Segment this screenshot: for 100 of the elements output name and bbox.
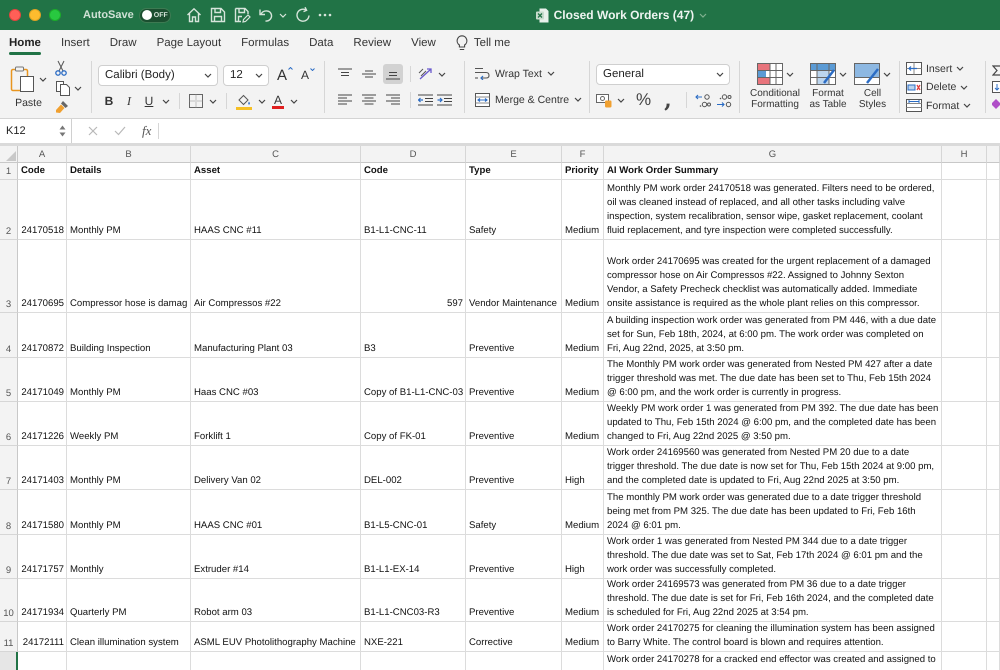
caret-icon[interactable]	[438, 72, 446, 76]
insert-cells-button[interactable]: Insert	[906, 62, 979, 75]
caret-icon[interactable]	[290, 98, 298, 104]
borders-icon[interactable]	[189, 94, 203, 108]
row-header[interactable]: 2	[0, 180, 18, 240]
table-cell: DEL-002	[361, 446, 466, 490]
delete-cells-button[interactable]: Delete	[906, 80, 979, 94]
paintbrush-icon[interactable]	[55, 100, 69, 114]
shrink-font-button[interactable]: A	[301, 68, 316, 82]
grow-font-button[interactable]: A	[277, 66, 294, 84]
delete-cells-icon	[906, 80, 922, 94]
column-header[interactable]: H	[942, 146, 987, 163]
table-cell: The Monthly PM work order was generated from Nested PM 427 after a date trigger threshold was met. The due date has been set to Thu, Feb 15th 2024 @ 6:00 pm, and the work order is currently in progress.	[604, 358, 942, 402]
merge-centre-button[interactable]: Merge & Centre	[475, 92, 583, 107]
column-header[interactable]: E	[466, 146, 562, 163]
column-header[interactable]: G	[604, 146, 942, 163]
row-header[interactable]: 5	[0, 358, 18, 402]
scissors-icon[interactable]	[55, 60, 67, 76]
minimize-button[interactable]	[29, 9, 41, 21]
save-icon[interactable]	[208, 6, 227, 24]
conditional-formatting-button[interactable]: Conditional Formatting	[748, 63, 802, 110]
home-icon[interactable]	[184, 6, 203, 24]
increase-decimal-icon[interactable]	[694, 92, 711, 108]
table-cell: Monthly PM	[67, 358, 191, 402]
table-cell: Monthly PM work order 24170518 was generated. Filters need to be ordered, oil was cleaned instead of replaced, and all other tasks including valve inspection, system recalibration, sensor wipe, gasket replacement, coolant fluid replacement, and tyre inspection were completed successfully.	[604, 180, 942, 240]
table-cell: ASML EUV Photolithography Machine	[191, 622, 361, 652]
table-cell: Preventive	[466, 358, 562, 402]
table-cell: The monthly PM work order was generated due to a date trigger threshold being met from PM 325. The due date has been updated to Fri, Feb 16th 2024 @ 6:01 pm.	[604, 490, 942, 535]
row-header[interactable]: 4	[0, 313, 18, 358]
font-color-button[interactable]: A	[272, 93, 284, 109]
ribbon-tab[interactable]: Data	[309, 30, 334, 56]
underline-button[interactable]: U	[142, 94, 156, 108]
table-cell: Monthly PM	[67, 180, 191, 240]
column-header[interactable]: D	[361, 146, 466, 163]
cell-styles-button[interactable]: Cell Styles	[854, 63, 891, 110]
percent-button[interactable]: %	[636, 90, 652, 110]
row-header[interactable]: 1	[0, 163, 18, 180]
decrease-indent-icon[interactable]	[418, 94, 433, 106]
table-cell: Forklift 1	[191, 402, 361, 446]
eraser-icon[interactable]	[992, 99, 1000, 110]
name-box[interactable]: K12	[0, 119, 72, 143]
insert-function-button[interactable]: fx	[142, 123, 160, 139]
caret-icon	[574, 97, 582, 102]
row-header[interactable]: 8	[0, 490, 18, 535]
ribbon-tab[interactable]: Insert	[60, 30, 90, 56]
caret-icon[interactable]	[39, 76, 47, 82]
ribbon-tab[interactable]: Draw	[110, 30, 137, 56]
angled-text-icon[interactable]	[418, 67, 434, 81]
row-header[interactable]: 7	[0, 446, 18, 490]
paste-button[interactable]: Paste	[10, 65, 47, 109]
fill-down-icon[interactable]	[992, 81, 1000, 94]
tell-me-button[interactable]: Tell me	[456, 30, 510, 56]
more-icon[interactable]	[318, 13, 332, 17]
table-cell: Preventive	[466, 402, 562, 446]
table-cell: Building Inspection	[67, 313, 191, 358]
ribbon-tab[interactable]: Page Layout	[156, 30, 222, 56]
column-header[interactable]: B	[67, 146, 191, 163]
table-cell: Medium	[562, 313, 604, 358]
align-bottom-button[interactable]	[383, 64, 403, 84]
format-cells-button[interactable]: Format	[906, 99, 979, 112]
caret-icon[interactable]	[209, 98, 217, 104]
ribbon-tab[interactable]: Home	[9, 30, 41, 56]
bold-button[interactable]: B	[102, 94, 116, 108]
italic-button[interactable]: I	[122, 94, 136, 108]
table-cell: Medium	[562, 490, 604, 535]
column-header[interactable]: A	[18, 146, 67, 163]
wrap-text-icon	[475, 67, 490, 80]
banknote-coins-icon[interactable]	[596, 92, 612, 108]
caret-icon[interactable]	[74, 86, 82, 90]
font-size-dropdown[interactable]: 12	[223, 64, 269, 86]
caret-icon	[963, 103, 972, 108]
column-header[interactable]: F	[562, 146, 604, 163]
caret-icon[interactable]	[617, 98, 625, 103]
copy-icon[interactable]	[55, 80, 71, 96]
font-name-dropdown[interactable]: Calibri (Body)	[98, 64, 218, 86]
row-header[interactable]: 10	[0, 579, 18, 622]
format-as-table-button[interactable]: Format as Table	[806, 63, 850, 110]
wrap-text-button[interactable]: Wrap Text	[475, 67, 583, 80]
ribbon-tab[interactable]: Review	[353, 30, 392, 56]
increase-indent-icon[interactable]	[437, 94, 452, 106]
caret-icon[interactable]	[162, 98, 170, 104]
row-header[interactable]: 6	[0, 402, 18, 446]
checkmark-icon[interactable]	[114, 126, 126, 136]
caret-down-icon	[310, 68, 316, 71]
row-header[interactable]: 9	[0, 535, 18, 579]
redo-icon[interactable]	[294, 6, 312, 24]
column-header[interactable]: C	[191, 146, 361, 163]
decrease-decimal-icon[interactable]	[716, 92, 732, 108]
sum-icon[interactable]	[992, 64, 1000, 76]
empty-cell	[987, 490, 1000, 535]
caret-icon[interactable]	[258, 98, 266, 104]
maximize-button[interactable]	[49, 9, 61, 21]
number-format-dropdown[interactable]: General	[596, 64, 730, 85]
ribbon-tab[interactable]: Formulas	[241, 30, 290, 56]
ribbon-tab[interactable]: View	[411, 30, 436, 56]
stepper-icon	[59, 125, 66, 137]
save-as-icon[interactable]	[232, 6, 251, 24]
row-header[interactable]: 3	[0, 240, 18, 313]
row-header[interactable]: 11	[0, 622, 18, 652]
paint-bucket-icon[interactable]	[236, 92, 252, 110]
